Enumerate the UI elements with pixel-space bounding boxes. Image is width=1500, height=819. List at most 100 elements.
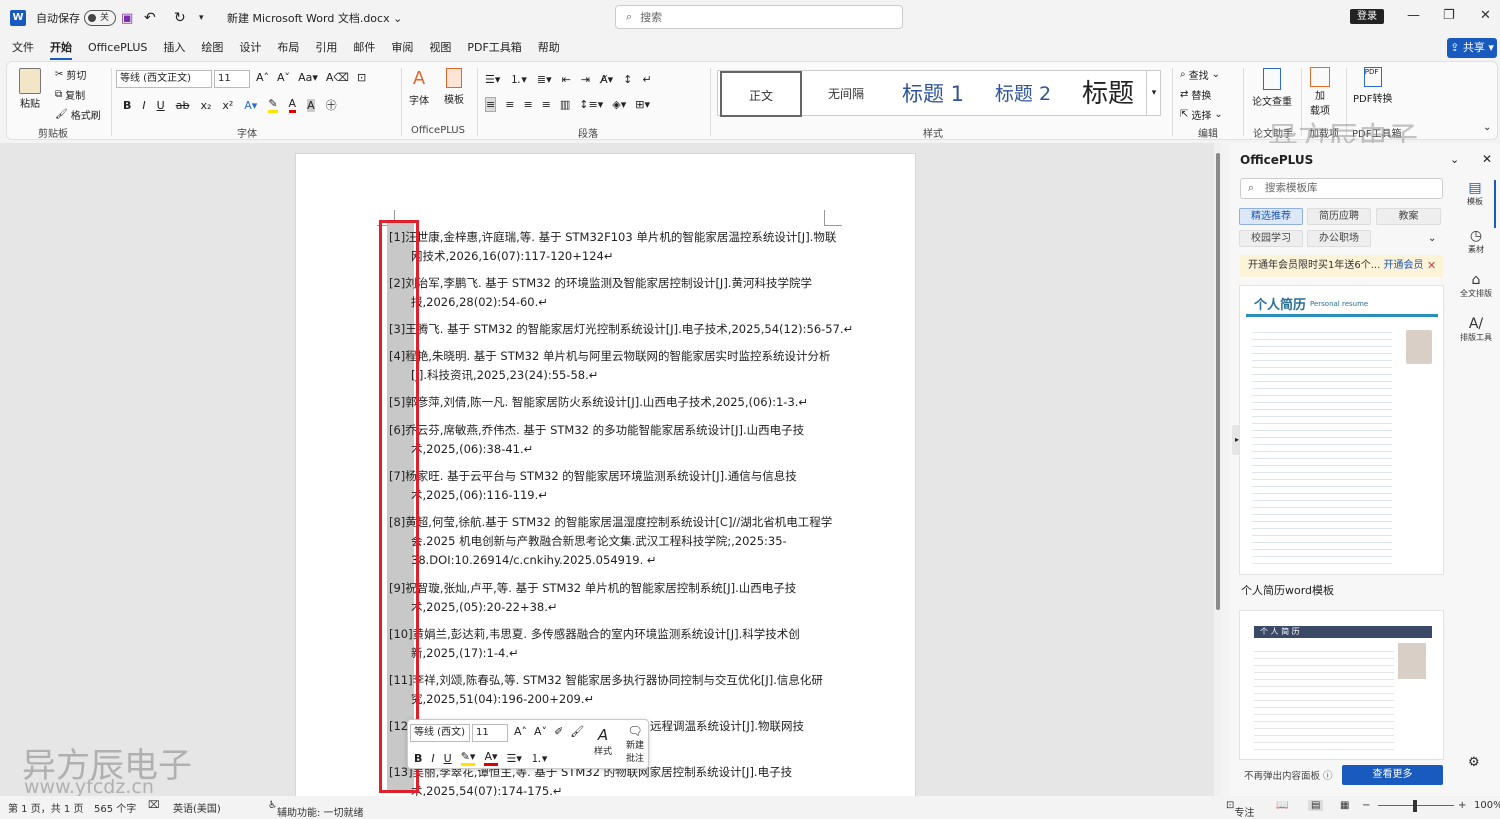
grow-font-icon[interactable]: A˄ xyxy=(514,725,527,738)
mini-new-comment-button[interactable]: 🗨 新建 批注 xyxy=(626,724,644,764)
underline-icon[interactable]: U xyxy=(444,752,452,765)
tab-1[interactable]: 开始 xyxy=(42,38,80,60)
proofing-icon[interactable]: ⌧ xyxy=(148,800,160,811)
customize-qat-icon[interactable]: ▾ xyxy=(199,0,204,36)
highlight-icon[interactable]: ✎ xyxy=(268,97,278,113)
tab-3[interactable]: 插入 xyxy=(155,38,193,60)
mini-style-button[interactable]: A 样式 xyxy=(594,726,612,757)
tab-0[interactable]: 文件 xyxy=(4,38,42,60)
zoom-out-icon[interactable]: − xyxy=(1362,800,1370,811)
reference-entry[interactable]: [8]黄超,何莹,徐航.基于 STM32 的智能家居温湿度控制系统设计[C]//… xyxy=(389,513,832,570)
font-color-icon[interactable]: A xyxy=(288,97,297,113)
shrink-font-icon[interactable]: A˅ xyxy=(277,71,290,84)
show-marks-icon[interactable]: ↵ xyxy=(642,73,651,86)
style-no-spacing[interactable]: 无间隔 xyxy=(808,71,884,117)
grow-font-icon[interactable]: A˄ xyxy=(256,71,269,84)
align-center-icon[interactable]: ≡ xyxy=(505,98,514,111)
distributed-icon[interactable]: ▥ xyxy=(560,98,570,111)
tab-6[interactable]: 布局 xyxy=(269,38,307,60)
style-heading2[interactable]: 标题 2 xyxy=(980,71,1066,117)
bullets-icon[interactable]: ☰▾ xyxy=(507,752,522,765)
tab-5[interactable]: 设计 xyxy=(231,38,269,60)
chinese-layout-icon[interactable]: A̸▾ xyxy=(600,73,613,86)
share-button[interactable]: ⇪ 共享 ▾ xyxy=(1447,38,1497,58)
bullets-icon[interactable]: ☰▾ xyxy=(485,73,500,86)
rail-templates[interactable]: ▤ 模板 xyxy=(1456,180,1496,228)
accessibility-status[interactable]: ♿ 辅助功能: 一切就绪 xyxy=(268,800,364,819)
word-count[interactable]: 565 个字 xyxy=(94,800,136,815)
format-painter-button[interactable]: 🖌 格式刷 xyxy=(55,107,101,122)
reference-entry[interactable]: [10]黄娟兰,彭达莉,韦思夏. 多传感器融合的室内环境监测系统设计[J].科学… xyxy=(389,625,829,663)
reference-entry[interactable]: [11]李祥,刘颂,陈春弘,等. STM32 智能家居多执行器协同控制与交互优化… xyxy=(389,671,829,709)
increase-indent-icon[interactable]: ⇥ xyxy=(581,73,590,86)
reference-entry[interactable]: [1]汪世康,金梓惠,许庭瑞,等. 基于 STM32F103 单片机的智能家居温… xyxy=(389,228,836,266)
paste-button[interactable]: 粘贴 xyxy=(19,68,41,110)
reference-entry[interactable]: [4]程艳,朱晓明. 基于 STM32 单片机与阿里云物联网的智能家居实时监控系… xyxy=(389,347,830,385)
justify-icon[interactable]: ≡ xyxy=(542,98,551,111)
style-title[interactable]: 标题 xyxy=(1070,71,1146,117)
read-mode-icon[interactable]: 📖 xyxy=(1276,800,1288,811)
align-right-icon[interactable]: ≡ xyxy=(523,98,532,111)
clear-format-icon[interactable]: A⌫ xyxy=(326,71,349,84)
copy-button[interactable]: ⧉ 复制 xyxy=(55,87,85,102)
paint-icon[interactable]: ✐ xyxy=(554,725,563,738)
reference-entry[interactable]: [3]王腾飞. 基于 STM32 的智能家居灯光控制系统设计[J].电子技术,2… xyxy=(389,320,853,339)
borders-icon[interactable]: ⊞▾ xyxy=(635,98,650,111)
language[interactable]: 英语(美国) xyxy=(173,800,221,815)
rail-full-layout[interactable]: ⌂ 全文排版 xyxy=(1456,272,1496,316)
sort-icon[interactable]: ↕ xyxy=(623,73,632,86)
tab-9[interactable]: 审阅 xyxy=(383,38,421,60)
line-spacing-icon[interactable]: ↕≡▾ xyxy=(579,98,603,111)
collapse-ribbon-icon[interactable]: ⌄ xyxy=(1483,122,1491,133)
reference-entry[interactable]: [2]刘治军,李鹏飞. 基于 STM32 的环境监测及智能家居控制设计[J].黄… xyxy=(389,274,829,312)
search-box[interactable]: ⌕ 搜索 xyxy=(615,5,903,29)
chip-lesson-plan[interactable]: 教案 xyxy=(1376,208,1441,225)
ref12-tail[interactable]: 远程调温系统设计[J].物联网技 xyxy=(650,717,850,736)
numbering-icon[interactable]: ⒈▾ xyxy=(531,750,548,766)
tab-11[interactable]: PDF工具箱 xyxy=(459,38,529,60)
focus-mode[interactable]: ⊡ 专注 xyxy=(1226,800,1254,819)
tab-10[interactable]: 视图 xyxy=(421,38,459,60)
zoom-slider-thumb[interactable] xyxy=(1413,800,1417,812)
chips-expand-icon[interactable]: ⌄ xyxy=(1428,233,1436,244)
print-layout-icon[interactable]: ▤ xyxy=(1308,800,1324,811)
underline-icon[interactable]: U xyxy=(157,99,165,112)
pdf-convert-button[interactable]: PDF PDF转换 xyxy=(1353,67,1392,105)
decrease-indent-icon[interactable]: ⇤ xyxy=(562,73,571,86)
autosave-toggle[interactable]: 关 xyxy=(84,10,116,26)
no-popup-label[interactable]: 不再弹出内容面板 ⓘ xyxy=(1244,768,1333,782)
reference-entry[interactable]: [6]乔云芬,席敏燕,乔伟杰. 基于 STM32 的多功能智能家居系统设计[J]… xyxy=(389,421,829,459)
template-card-2[interactable]: 个 人 简 历 xyxy=(1239,610,1444,760)
find-button[interactable]: ⌕ 查找 ⌄ xyxy=(1180,67,1220,82)
tab-2[interactable]: OfficePLUS xyxy=(80,38,155,60)
template-card-1[interactable]: 个人简历 Personal resume xyxy=(1239,285,1444,575)
login-button[interactable]: 登录 xyxy=(1350,9,1384,24)
pane-close-icon[interactable]: ✕ xyxy=(1482,152,1492,166)
replace-button[interactable]: ⇄ 替换 xyxy=(1180,87,1211,102)
char-shading-icon[interactable]: A xyxy=(307,98,315,112)
shading-icon[interactable]: ◈▾ xyxy=(612,98,626,111)
see-more-button[interactable]: 查看更多 xyxy=(1342,765,1443,785)
promo-link[interactable]: 开通会员 xyxy=(1383,260,1423,271)
template-search-input[interactable]: 搜索模板库 xyxy=(1240,178,1443,199)
chip-resume[interactable]: 简历应聘 xyxy=(1307,208,1371,225)
officeplus-template-button[interactable]: 模板 xyxy=(444,68,464,106)
style-normal[interactable]: 正文 xyxy=(720,71,802,117)
align-left-icon[interactable]: ≡ xyxy=(485,97,497,112)
pane-options-icon[interactable]: ⌄ xyxy=(1450,153,1459,166)
cut-button[interactable]: ✂ 剪切 xyxy=(55,67,86,82)
shrink-font-icon[interactable]: A˅ xyxy=(534,725,547,738)
mini-size-combo[interactable]: 11 xyxy=(472,724,508,742)
tab-4[interactable]: 绘图 xyxy=(193,38,231,60)
subscript-icon[interactable]: x₂ xyxy=(200,99,211,112)
font-color-icon[interactable]: A▾ xyxy=(484,750,498,766)
page-count[interactable]: 第 1 页，共 1 页 xyxy=(8,800,83,815)
zoom-level[interactable]: 100% xyxy=(1474,800,1500,811)
style-heading1[interactable]: 标题 1 xyxy=(890,71,976,117)
enclose-char-icon[interactable]: ㊉ xyxy=(326,97,337,113)
maximize-icon[interactable]: ❐ xyxy=(1443,8,1455,23)
reference-entry[interactable]: [9]祝智璇,张灿,卢平,等. 基于 STM32 单片机的智能家居控制系统[J]… xyxy=(389,579,829,617)
multilevel-list-icon[interactable]: ≣▾ xyxy=(537,73,552,86)
rail-materials[interactable]: ◷ 素材 xyxy=(1456,228,1496,272)
superscript-icon[interactable]: x² xyxy=(222,99,233,112)
